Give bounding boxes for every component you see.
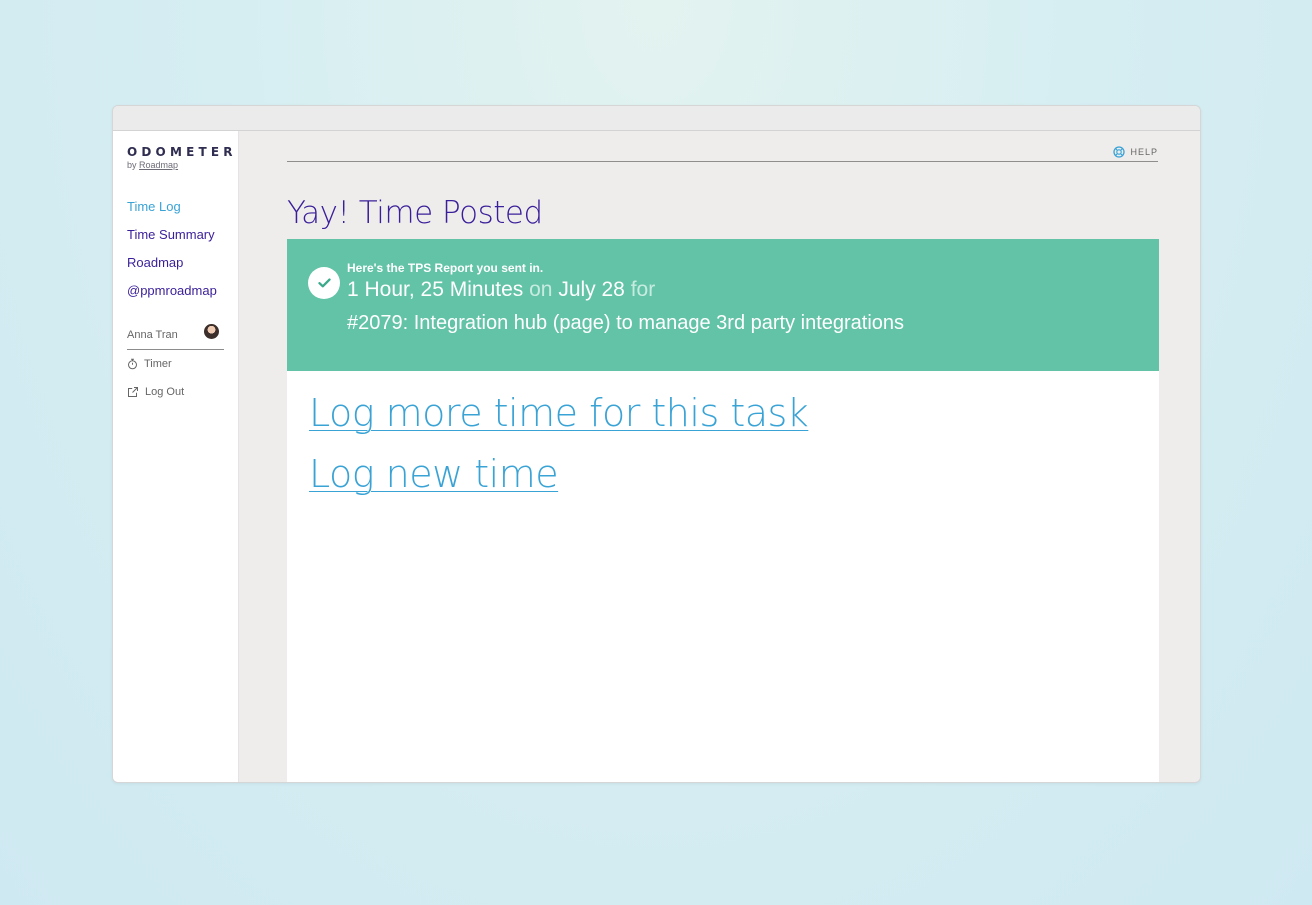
nav-item-roadmap[interactable]: Roadmap [127, 255, 217, 283]
avatar [204, 324, 219, 339]
banner-summary: 1 Hour, 25 Minutes on July 28 for [347, 278, 904, 302]
nav-item-ppmroadmap[interactable]: @ppmroadmap [127, 283, 217, 311]
sidebar-nav: Time Log Time Summary Roadmap @ppmroadma… [127, 199, 217, 311]
page-title: Yay! Time Posted [287, 195, 543, 231]
for-word: for [630, 278, 656, 301]
checkmark-icon [317, 278, 331, 288]
brand-byline: by Roadmap [127, 160, 237, 170]
lifebuoy-icon [1113, 146, 1126, 158]
logged-duration: 1 Hour, 25 Minutes [347, 278, 524, 301]
stopwatch-icon [128, 358, 137, 370]
timer-label: Timer [144, 358, 172, 370]
window-titlebar [113, 106, 1200, 131]
user-profile[interactable]: Anna Tran [127, 324, 224, 350]
content-panel: Here's the TPS Report you sent in. 1 Hou… [287, 239, 1159, 782]
logout-label: Log Out [145, 386, 185, 398]
task-title: #2079: Integration hub (page) to manage … [347, 312, 905, 334]
log-more-time-link[interactable]: Log more time for this task [309, 391, 809, 435]
sidebar: ODOMETER by Roadmap Time Log Time Summar… [113, 131, 239, 782]
main-area: HELP Yay! Time Posted Here's the TPS Rep… [239, 131, 1200, 782]
header-divider [287, 161, 1158, 162]
help-button[interactable]: HELP [1113, 146, 1158, 158]
timer-link[interactable]: Timer [127, 358, 172, 370]
success-banner: Here's the TPS Report you sent in. 1 Hou… [287, 239, 1159, 371]
banner-subtitle: Here's the TPS Report you sent in. [347, 261, 544, 275]
app-window: ODOMETER by Roadmap Time Log Time Summar… [112, 105, 1201, 783]
log-new-time-link[interactable]: Log new time [309, 452, 559, 496]
brand-roadmap-link[interactable]: Roadmap [139, 160, 178, 170]
banner-text: Here's the TPS Report you sent in. 1 Hou… [347, 261, 904, 335]
help-label: HELP [1130, 147, 1158, 157]
nav-item-time-summary[interactable]: Time Summary [127, 227, 217, 255]
logged-date: July 28 [558, 278, 625, 301]
check-circle-icon [308, 267, 340, 299]
brand-by-prefix: by [127, 160, 137, 170]
nav-item-time-log[interactable]: Time Log [127, 199, 217, 227]
on-word: on [529, 278, 553, 301]
brand: ODOMETER by Roadmap [127, 145, 237, 170]
external-link-icon [128, 387, 138, 397]
user-name: Anna Tran [127, 329, 178, 341]
brand-logo: ODOMETER [127, 145, 237, 159]
logout-link[interactable]: Log Out [127, 386, 184, 398]
